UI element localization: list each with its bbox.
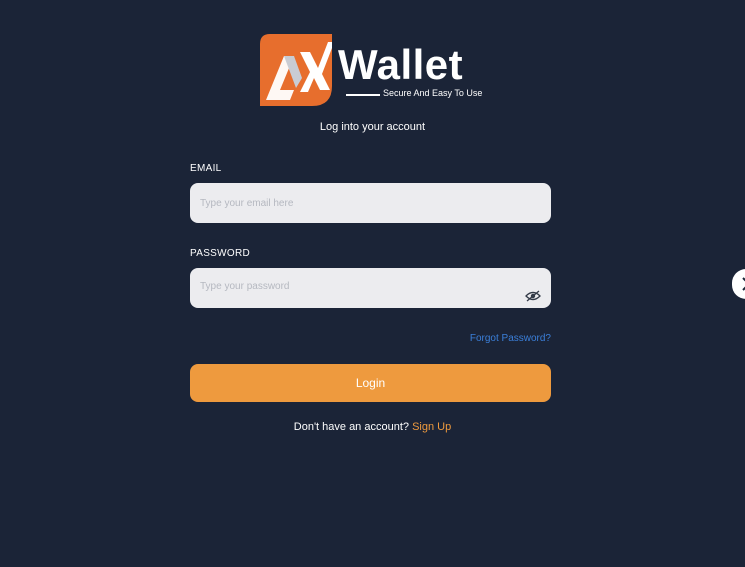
brand-tagline: Secure And Easy To Use	[383, 88, 483, 98]
password-label: PASSWORD	[190, 248, 250, 259]
ax-logo-icon	[260, 34, 332, 106]
login-button[interactable]: Login	[190, 364, 551, 402]
side-panel-toggle[interactable]	[732, 269, 745, 299]
tagline-divider	[346, 94, 380, 96]
password-field-wrapper	[190, 267, 551, 308]
email-field-wrapper	[190, 183, 551, 223]
chevron-right-icon	[742, 277, 745, 291]
brand-logo: Wallet Secure And Easy To Use	[260, 34, 485, 108]
email-input[interactable]	[190, 183, 551, 223]
forgot-password-link[interactable]: Forgot Password?	[400, 333, 551, 344]
password-input[interactable]	[190, 267, 551, 305]
login-subtitle: Log into your account	[319, 121, 426, 133]
signup-prompt-text: Don't have an account?	[293, 421, 410, 433]
signup-link[interactable]: Sign Up	[412, 421, 451, 433]
email-label: EMAIL	[190, 163, 222, 174]
eye-slash-icon[interactable]	[525, 290, 541, 302]
signup-prompt: Don't have an account? Sign Up	[0, 421, 745, 433]
login-page: Wallet Secure And Easy To Use Log into y…	[0, 0, 745, 567]
brand-name: Wallet	[338, 41, 464, 88]
